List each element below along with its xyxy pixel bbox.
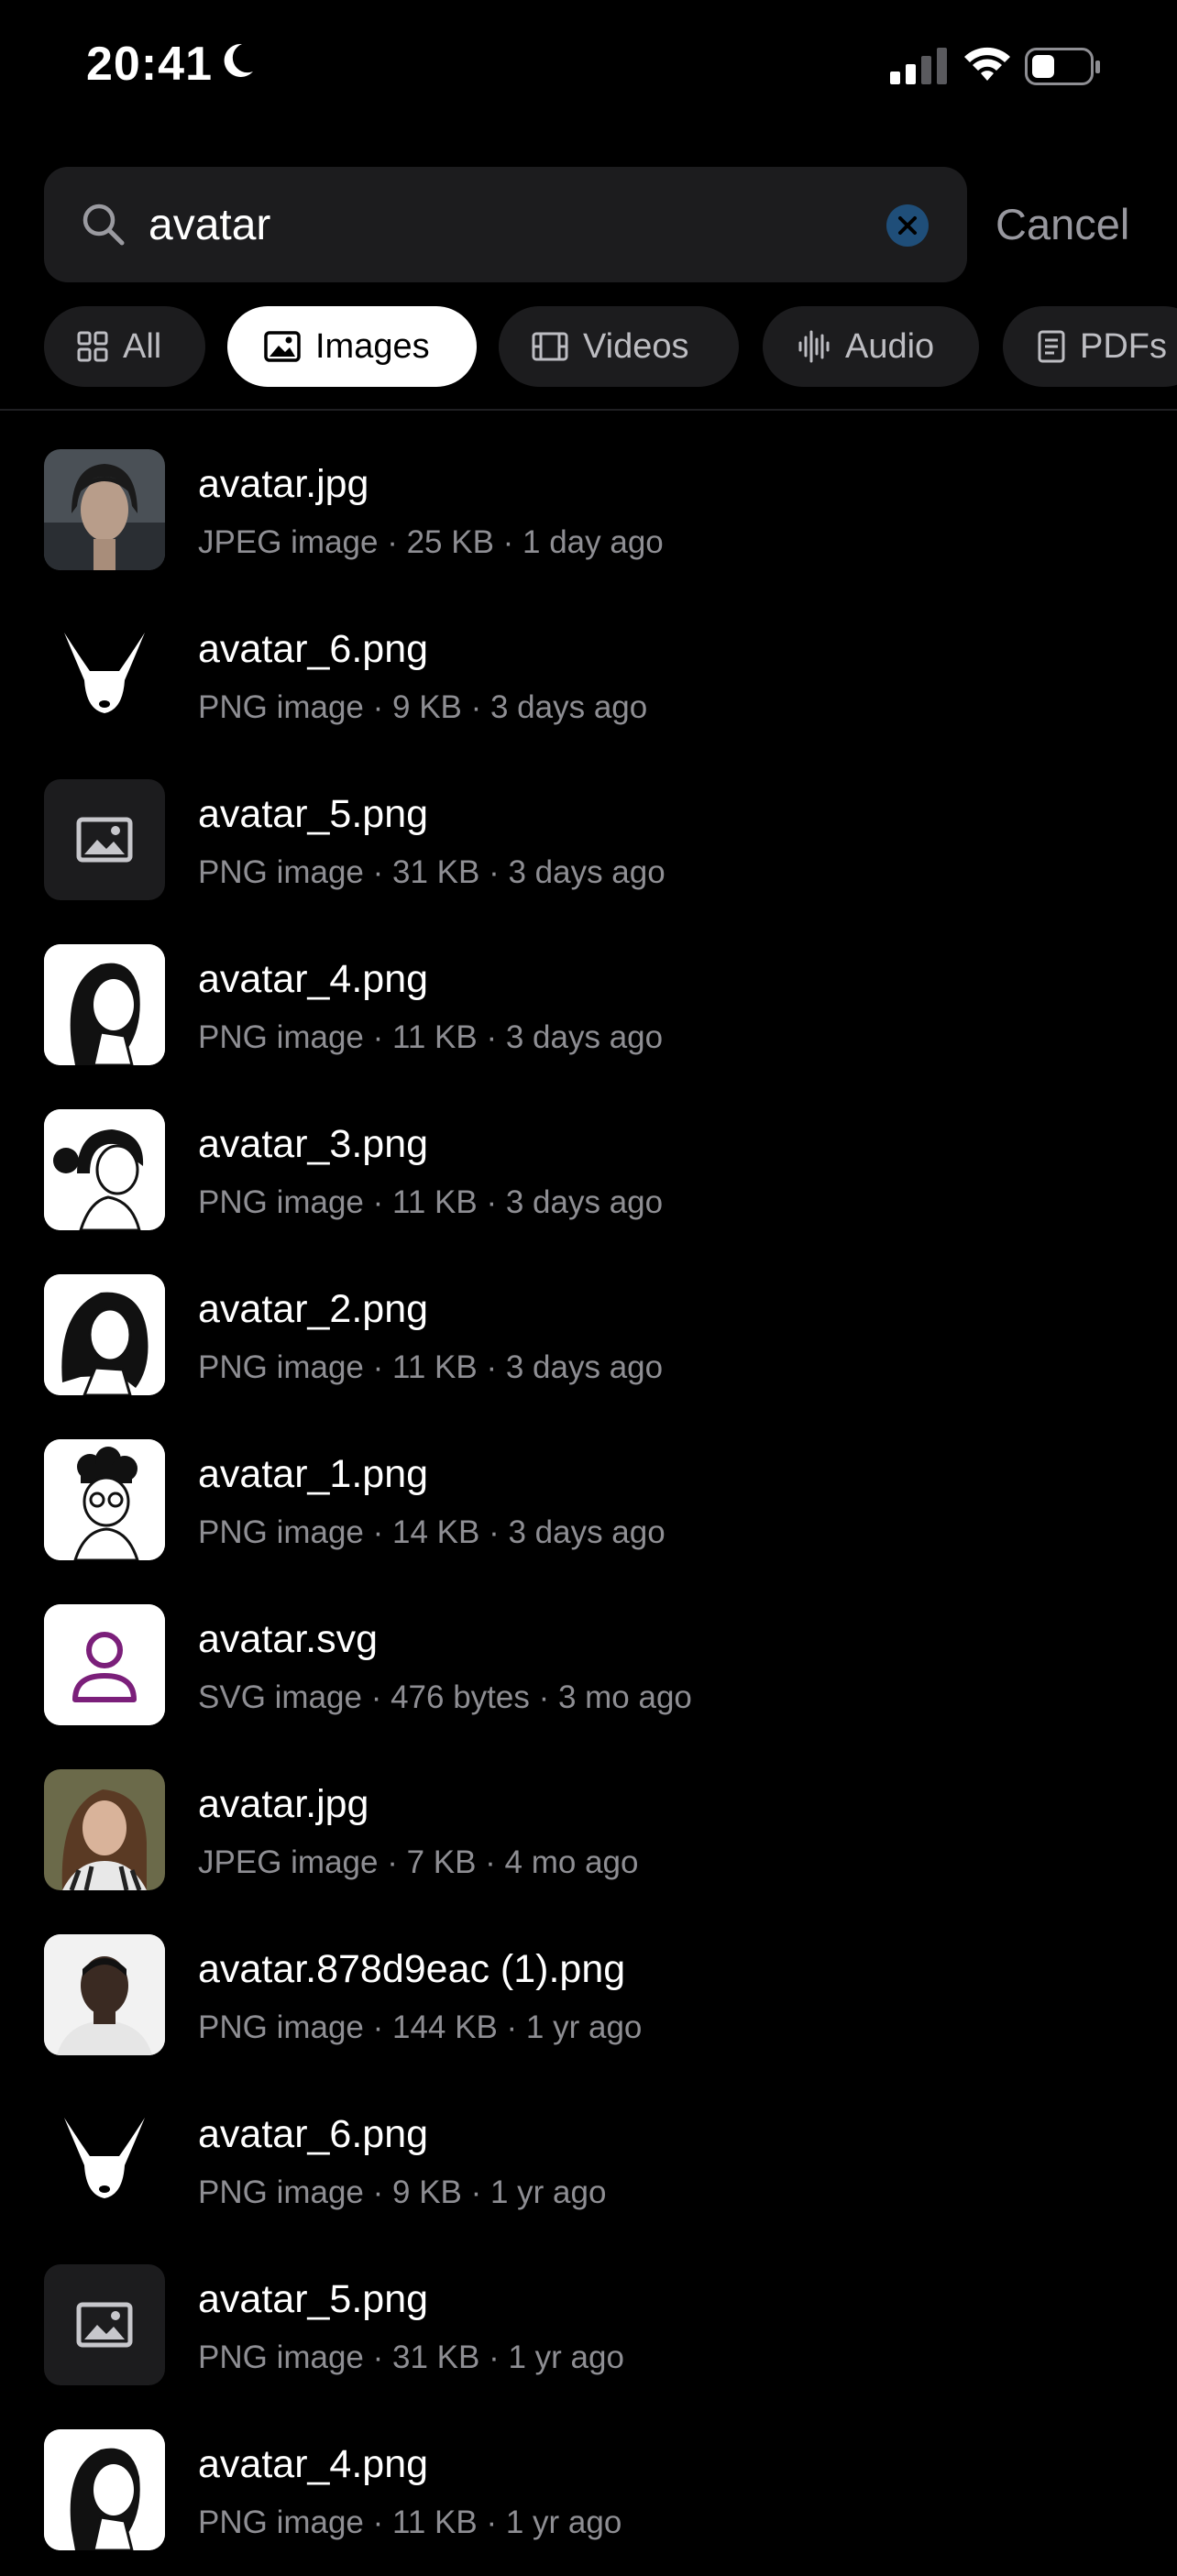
file-meta: PNG image · 31 KB · 3 days ago: [198, 854, 666, 890]
filter-chips: All Images Videos Audio PDFs: [44, 306, 1177, 387]
file-meta: JPEG image · 25 KB · 1 day ago: [198, 524, 664, 560]
file-name: avatar_4.png: [198, 2442, 429, 2486]
rabbit-icon: [44, 614, 165, 735]
list-item[interactable]: avatar_3.png PNG image · 11 KB · 3 days …: [0, 1091, 1177, 1256]
file-meta: PNG image · 11 KB · 1 yr ago: [198, 2504, 622, 2540]
file-name: avatar_3.png: [198, 1122, 429, 1166]
list-item[interactable]: avatar_6.png PNG image · 9 KB · 3 days a…: [0, 596, 1177, 761]
list-item[interactable]: avatar_2.png PNG image · 11 KB · 3 days …: [0, 1256, 1177, 1421]
status-bar: 20:41: [0, 0, 1177, 138]
thumbnail-sketch: [44, 1274, 165, 1395]
search-input[interactable]: [148, 167, 900, 282]
file-meta: PNG image · 9 KB · 1 yr ago: [198, 2174, 607, 2210]
thumbnail-sketch: [44, 1439, 165, 1560]
file-name: avatar_4.png: [198, 957, 429, 1001]
film-icon: [532, 332, 568, 361]
image-icon: [264, 331, 301, 362]
cellular-signal-icon: [890, 48, 949, 89]
file-meta: JPEG image · 7 KB · 4 mo ago: [198, 1844, 639, 1880]
rabbit-icon: [44, 2099, 165, 2220]
list-item[interactable]: avatar_4.png PNG image · 11 KB · 1 yr ag…: [0, 2411, 1177, 2576]
image-placeholder-icon: [44, 779, 165, 900]
file-meta: PNG image · 11 KB · 3 days ago: [198, 1349, 664, 1385]
clear-search-icon[interactable]: [886, 204, 930, 252]
person-icon: [44, 1604, 165, 1725]
document-icon: [1038, 330, 1065, 363]
list-item[interactable]: avatar.jpg JPEG image · 7 KB · 4 mo ago: [0, 1751, 1177, 1916]
file-name: avatar_5.png: [198, 2277, 429, 2321]
file-name: avatar.svg: [198, 1617, 378, 1661]
list-item[interactable]: avatar_5.png PNG image · 31 KB · 1 yr ag…: [0, 2246, 1177, 2411]
thumbnail-photo: [44, 1934, 165, 2055]
list-item[interactable]: avatar_6.png PNG image · 9 KB · 1 yr ago: [0, 2081, 1177, 2246]
thumbnail-sketch: [44, 944, 165, 1065]
file-name: avatar_2.png: [198, 1287, 429, 1331]
file-name: avatar_6.png: [198, 2112, 429, 2156]
waveform-icon: [798, 330, 830, 363]
filter-chip-videos[interactable]: Videos: [499, 306, 739, 387]
thumbnail-sketch: [44, 1109, 165, 1230]
file-meta: PNG image · 14 KB · 3 days ago: [198, 1514, 666, 1550]
divider: [0, 409, 1177, 411]
list-item[interactable]: avatar_5.png PNG image · 31 KB · 3 days …: [0, 761, 1177, 926]
search-icon: [81, 202, 126, 252]
image-placeholder-icon: [44, 2264, 165, 2385]
file-name: avatar_6.png: [198, 627, 429, 671]
list-item[interactable]: avatar.878d9eac (1).png PNG image · 144 …: [0, 1916, 1177, 2081]
file-meta: PNG image · 11 KB · 3 days ago: [198, 1184, 664, 1220]
file-name: avatar_1.png: [198, 1452, 429, 1496]
file-meta: PNG image · 9 KB · 3 days ago: [198, 689, 648, 725]
search-bar[interactable]: [44, 167, 967, 282]
file-name: avatar_5.png: [198, 792, 429, 836]
filter-chip-label: Audio: [845, 326, 935, 366]
filter-chip-all[interactable]: All: [44, 306, 205, 387]
file-name: avatar.878d9eac (1).png: [198, 1947, 626, 1991]
filter-chip-label: Images: [315, 326, 430, 366]
file-meta: SVG image · 476 bytes · 3 mo ago: [198, 1679, 692, 1715]
list-item[interactable]: avatar.jpg JPEG image · 25 KB · 1 day ag…: [0, 431, 1177, 596]
list-item[interactable]: avatar_4.png PNG image · 11 KB · 3 days …: [0, 926, 1177, 1091]
filter-chip-label: All: [123, 326, 162, 366]
filter-chip-audio[interactable]: Audio: [763, 306, 979, 387]
file-meta: PNG image · 31 KB · 1 yr ago: [198, 2339, 624, 2375]
list-item[interactable]: avatar.svg SVG image · 476 bytes · 3 mo …: [0, 1586, 1177, 1751]
moon-icon: [216, 40, 257, 85]
grid-icon: [77, 331, 108, 362]
filter-chip-pdfs[interactable]: PDFs: [1003, 306, 1177, 387]
wifi-icon: [962, 44, 1012, 89]
file-meta: PNG image · 144 KB · 1 yr ago: [198, 2009, 643, 2045]
filter-chip-images[interactable]: Images: [227, 306, 477, 387]
filter-chip-label: PDFs: [1080, 326, 1167, 366]
list-item[interactable]: avatar_1.png PNG image · 14 KB · 3 days …: [0, 1421, 1177, 1586]
thumbnail-sketch: [44, 2429, 165, 2550]
file-name: avatar.jpg: [198, 462, 369, 506]
thumbnail-photo: [44, 449, 165, 570]
file-name: avatar.jpg: [198, 1782, 369, 1826]
battery-icon: [1025, 48, 1102, 91]
cancel-button[interactable]: Cancel: [996, 167, 1129, 282]
thumbnail-photo: [44, 1769, 165, 1890]
status-time: 20:41: [86, 38, 213, 91]
filter-chip-label: Videos: [583, 326, 689, 366]
file-meta: PNG image · 11 KB · 3 days ago: [198, 1019, 664, 1055]
